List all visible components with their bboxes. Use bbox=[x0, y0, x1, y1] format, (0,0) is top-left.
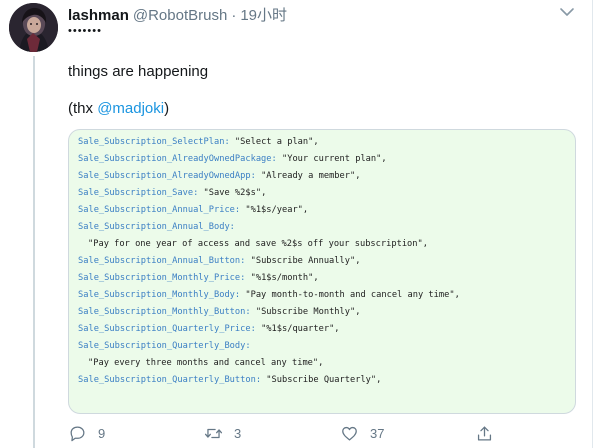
code-value: "%1$s/year", bbox=[240, 205, 309, 215]
header-separator: · bbox=[231, 7, 237, 24]
code-value: "Subscribe Annually", bbox=[245, 256, 361, 266]
tweet-header: lashman @RobotBrush · 19小时 bbox=[68, 4, 287, 24]
code-key: Sale_Subscription_SelectPlan: bbox=[78, 137, 230, 147]
tweet-text-suffix: ) bbox=[164, 100, 170, 117]
tweet-actions: 9 3 37 bbox=[68, 424, 508, 446]
code-line: Sale_Subscription_Save: "Save %2$s", bbox=[78, 185, 460, 202]
code-key: Sale_Subscription_Annual_Body: bbox=[78, 222, 235, 232]
code-line: Sale_Subscription_Quarterly_Body: bbox=[78, 338, 460, 355]
user-handle[interactable]: @RobotBrush bbox=[133, 7, 227, 24]
code-line: Sale_Subscription_Annual_Body: bbox=[78, 219, 460, 236]
code-line: "Pay every three months and cancel any t… bbox=[78, 355, 460, 372]
retweet-icon bbox=[204, 428, 223, 439]
code-value: "Your current plan", bbox=[276, 154, 387, 164]
code-key: Sale_Subscription_Monthly_Button: bbox=[78, 307, 251, 317]
code-key: Sale_Subscription_Annual_Price: bbox=[78, 205, 241, 215]
code-key: Sale_Subscription_Monthly_Body: bbox=[78, 290, 241, 300]
code-value: "Select a plan", bbox=[229, 137, 319, 147]
tweet-text-prefix: (thx bbox=[68, 100, 98, 117]
code-value: "Subscribe Quarterly", bbox=[261, 375, 382, 385]
code-line: Sale_Subscription_Monthly_Button: "Subsc… bbox=[78, 304, 460, 321]
code-line: Sale_Subscription_Monthly_Body: "Pay mon… bbox=[78, 287, 460, 304]
like-button[interactable]: 37 bbox=[340, 424, 384, 443]
code-key: Sale_Subscription_Quarterly_Price: bbox=[78, 324, 256, 334]
chevron-down-icon[interactable] bbox=[558, 5, 576, 19]
code-key: Sale_Subscription_Save: bbox=[78, 188, 199, 198]
retweet-button[interactable]: 3 bbox=[204, 424, 241, 443]
like-count: 37 bbox=[370, 426, 385, 441]
reply-icon bbox=[70, 426, 85, 442]
code-block: Sale_Subscription_SelectPlan: "Select a … bbox=[78, 134, 460, 413]
share-icon bbox=[477, 426, 492, 441]
code-value: "Subscribe Monthly", bbox=[250, 307, 361, 317]
code-key: Sale_Subscription_AlreadyOwnedPackage: bbox=[78, 154, 277, 164]
mention-link[interactable]: @madjoki bbox=[97, 100, 164, 117]
code-line: Sale_Subscription_AlreadyOwnedPackage: "… bbox=[78, 151, 460, 168]
code-line: Sale_Subscription_Annual_Button: "Subscr… bbox=[78, 253, 460, 270]
code-value: "%1$s/month", bbox=[245, 273, 319, 283]
code-key: Sale_Subscription_AlreadyOwnedApp: bbox=[78, 171, 256, 181]
tweet: lashman @RobotBrush · 19小时 ••••••• thing… bbox=[0, 0, 593, 448]
code-value: "Pay for one year of access and save %2$… bbox=[88, 239, 428, 249]
display-name[interactable]: lashman bbox=[68, 7, 129, 24]
code-value: "Already a member", bbox=[255, 171, 361, 181]
code-line: "Pay for one year of access and save %2$… bbox=[78, 236, 460, 253]
tweet-text-line-1: things are happening bbox=[68, 63, 209, 80]
retweet-count: 3 bbox=[234, 426, 242, 441]
code-value: "%1$s/quarter", bbox=[255, 324, 340, 334]
code-line: Sale_Subscription_Quarterly_Price: "%1$s… bbox=[78, 321, 460, 338]
code-line: Sale_Subscription_Quarterly_Button: "Sub… bbox=[78, 372, 460, 389]
code-line: Sale_Subscription_Monthly_Price: "%1$s/m… bbox=[78, 270, 460, 287]
code-value: "Pay month-to-month and cancel any time"… bbox=[240, 290, 460, 300]
code-key: Sale_Subscription_Monthly_Price: bbox=[78, 273, 246, 283]
avatar[interactable] bbox=[9, 3, 58, 52]
code-screenshot-card[interactable]: Sale_Subscription_SelectPlan: "Select a … bbox=[68, 129, 576, 414]
avatar-image bbox=[9, 3, 58, 52]
code-value: "Save %2$s", bbox=[198, 188, 267, 198]
code-value: "Pay every three months and cancel any t… bbox=[88, 358, 324, 368]
share-button[interactable] bbox=[475, 424, 494, 443]
reply-button[interactable]: 9 bbox=[68, 424, 105, 443]
code-key: Sale_Subscription_Quarterly_Button: bbox=[78, 375, 262, 385]
heart-icon bbox=[342, 426, 357, 441]
code-key: Sale_Subscription_Annual_Button: bbox=[78, 256, 246, 266]
tweet-text-line-2: (thx @madjoki) bbox=[68, 100, 169, 117]
reply-count: 9 bbox=[98, 426, 106, 441]
code-line: Sale_Subscription_SelectPlan: "Select a … bbox=[78, 134, 460, 151]
user-subline: ••••••• bbox=[68, 25, 102, 37]
code-line: Sale_Subscription_Annual_Price: "%1$s/ye… bbox=[78, 202, 460, 219]
code-line: Sale_Subscription_AlreadyOwnedApp: "Alre… bbox=[78, 168, 460, 185]
thread-line bbox=[33, 56, 35, 448]
tweet-timestamp[interactable]: 19小时 bbox=[240, 4, 287, 25]
code-key: Sale_Subscription_Quarterly_Body: bbox=[78, 341, 251, 351]
